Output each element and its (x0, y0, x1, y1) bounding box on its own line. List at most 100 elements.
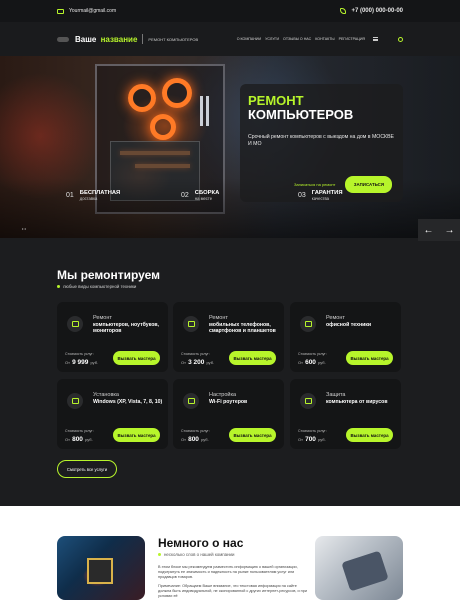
service-action: Ремонт (326, 315, 345, 321)
hero-title-accent: РЕМОНТ (248, 93, 304, 108)
phone-icon (183, 316, 199, 332)
email-text[interactable]: Yourmail@gmail.com (69, 8, 116, 14)
phone-icon (340, 8, 347, 14)
service-name: Wi-Fi роутеров (209, 399, 248, 405)
all-services-button[interactable]: Смотреть все услуги (57, 460, 117, 478)
service-price: От 700 руб. (298, 436, 326, 443)
about-image-repair (315, 536, 403, 600)
nav-item-about[interactable]: О КОМПАНИИ (237, 37, 261, 41)
service-name: офисной техники (326, 322, 372, 328)
signup-link[interactable]: Записаться на ремонт (294, 182, 335, 187)
slider-arrows: ← → (418, 219, 460, 241)
main-navigation: Ваше название РЕМОНТ КОМПЬЮТЕРОВ О КОМПА… (0, 22, 460, 56)
logo-icon[interactable] (57, 36, 69, 42)
price-currency: руб. (318, 437, 326, 442)
services-subtitle: любые виды компьютерной техники (57, 284, 136, 289)
price-value: 800 (188, 436, 199, 443)
about-subtitle-text: несколько слов о нашей компании (164, 552, 235, 557)
call-master-button[interactable]: Вызвать мастера (113, 351, 160, 365)
about-paragraph: В этом блоке мы рекомендуем разместить и… (158, 565, 298, 579)
price-from: От (181, 437, 186, 442)
arrow-left-icon[interactable]: ← (424, 225, 434, 236)
service-name: мобильных телефонов, смартфонов и планше… (209, 322, 276, 334)
search-icon[interactable] (398, 36, 403, 42)
call-master-button[interactable]: Вызвать мастера (113, 428, 160, 442)
slider-pagination[interactable]: • • (22, 226, 26, 231)
cost-label: Стоимость услуг: (65, 352, 94, 356)
signup-button[interactable]: ЗАПИСАТЬСЯ (345, 176, 393, 193)
bullet-icon (158, 553, 161, 556)
printer-icon (300, 316, 316, 332)
feature-subtitle: доставка (79, 196, 98, 201)
service-action: Защита (326, 392, 346, 398)
about-image-processor (57, 536, 145, 600)
hero-banner: РЕМОНТ КОМПЬЮТЕРОВ Срочный ремонт компью… (0, 56, 460, 238)
feature-item: 03 ГАРАНТИЯ качества (298, 190, 343, 201)
service-card: Установка Windows (XP, Vista, 7, 8, 10) Ст… (57, 379, 168, 449)
shield-icon (300, 393, 316, 409)
brand-name[interactable]: Ваше название (75, 35, 137, 44)
price-value: 9 999 (72, 359, 89, 366)
services-title: Мы ремонтируем (57, 268, 161, 282)
service-price: От 600 руб. (298, 359, 326, 366)
feature-number: 03 (298, 192, 306, 199)
cost-label: Стоимость услуг: (65, 429, 94, 433)
service-card: Ремонт компьютеров, ноутбуков, мониторов С… (57, 302, 168, 372)
price-currency: руб. (318, 360, 326, 365)
feature-subtitle: на месте (194, 196, 213, 201)
phone-text[interactable]: +7 (000) 000-00-00 (351, 8, 403, 14)
call-master-button[interactable]: Вызвать мастера (229, 351, 276, 365)
cost-label: Стоимость услуг: (298, 352, 327, 356)
service-name: компьютеров, ноутбуков, мониторов (93, 322, 159, 334)
cost-label: Стоимость услуг: (181, 352, 210, 356)
service-action: Установка (93, 392, 119, 398)
hero-subtitle: Срочный ремонт компьютеров с выездом на … (248, 134, 395, 147)
price-from: От (65, 360, 70, 365)
about-section: Немного о нас несколько слов о нашей ком… (0, 506, 460, 600)
brand-tagline: РЕМОНТ КОМПЬЮТЕРОВ (148, 36, 199, 42)
services-subtitle-text: любые виды компьютерной техники (63, 284, 137, 289)
cost-label: Стоимость услуг: (298, 429, 327, 433)
hero-title: КОМПЬЮТЕРОВ (248, 107, 354, 122)
price-value: 800 (72, 436, 83, 443)
divider (142, 34, 144, 44)
service-action: Настройка (209, 392, 237, 398)
brand-accent: название (100, 34, 138, 44)
about-subtitle: несколько слов о нашей компании (158, 552, 234, 557)
service-price: От 800 руб. (65, 436, 93, 443)
price-value: 600 (305, 359, 316, 366)
monitor-icon (67, 316, 83, 332)
feature-number: 01 (66, 192, 74, 199)
nav-item-contacts[interactable]: КОНТАКТЫ (315, 37, 334, 41)
price-currency: руб. (85, 437, 93, 442)
windows-icon (67, 393, 83, 409)
wifi-icon (183, 393, 199, 409)
about-title: Немного о нас (158, 536, 244, 550)
service-card: Ремонт офисной техники Стоимость услуг: От … (290, 302, 401, 372)
price-currency: руб. (206, 360, 215, 365)
call-master-button[interactable]: Вызвать мастера (346, 351, 393, 365)
price-currency: руб. (201, 437, 209, 442)
nav-item-register[interactable]: РЕГИСТРАЦИЯ (339, 37, 365, 41)
service-card: Ремонт мобильных телефонов, смартфонов и … (173, 302, 284, 372)
contact-email[interactable]: Yourmail@gmail.com (57, 8, 116, 14)
nav-item-services[interactable]: УСЛУГИ (265, 37, 279, 41)
feature-number: 02 (181, 192, 189, 199)
hamburger-menu-icon[interactable] (373, 37, 378, 41)
price-currency: руб. (90, 360, 99, 365)
price-from: От (181, 360, 186, 365)
nav-item-reviews[interactable]: ОТЗЫВЫ О НАС (283, 37, 311, 41)
price-from: От (65, 437, 70, 442)
call-master-button[interactable]: Вызвать мастера (346, 428, 393, 442)
price-from: От (298, 437, 303, 442)
feature-subtitle: качества (311, 196, 329, 201)
service-card: Настройка Wi-Fi роутеров Стоимость услуг: О… (173, 379, 284, 449)
arrow-right-icon[interactable]: → (445, 225, 455, 236)
brand-main: Ваше (75, 34, 97, 44)
call-master-button[interactable]: Вызвать мастера (229, 428, 276, 442)
hero-card: РЕМОНТ КОМПЬЮТЕРОВ Срочный ремонт компью… (240, 84, 403, 202)
service-name: компьютера от вирусов (326, 399, 388, 405)
cost-label: Стоимость услуг: (181, 429, 210, 433)
contact-phone[interactable]: +7 (000) 000-00-00 (340, 8, 403, 14)
feature-item: 02 СБОРКА на месте (181, 190, 219, 201)
